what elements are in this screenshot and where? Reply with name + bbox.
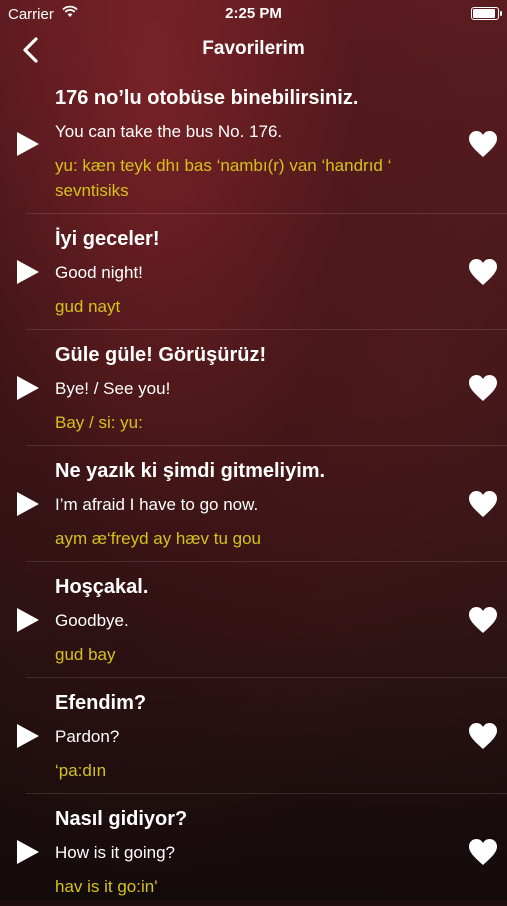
play-icon[interactable] — [16, 839, 40, 865]
list-item: Hoşçakal. Goodbye. gud bay — [17, 562, 507, 678]
turkish-phrase: Hoşçakal. — [55, 576, 149, 598]
battery-fill — [473, 9, 495, 18]
english-translation: Pardon? — [55, 727, 120, 746]
play-icon[interactable] — [16, 607, 40, 633]
list-item: Ne yazık ki şimdi gitmeliyim. I’m afraid… — [17, 446, 507, 562]
heart-icon[interactable] — [468, 374, 498, 402]
list-item: 176 no’lu otobüse binebilirsiniz. You ca… — [17, 73, 507, 214]
heart-icon[interactable] — [468, 722, 498, 750]
play-icon[interactable] — [16, 131, 40, 157]
turkish-phrase: Ne yazık ki şimdi gitmeliyim. — [55, 460, 326, 482]
heart-icon[interactable] — [468, 258, 498, 286]
play-icon[interactable] — [16, 375, 40, 401]
pronunciation: aym æ‘freyd ay hæv tu gou — [55, 529, 261, 548]
heart-icon[interactable] — [468, 490, 498, 518]
turkish-phrase: İyi geceler! — [55, 228, 160, 250]
english-translation: Good night! — [55, 263, 143, 282]
play-icon[interactable] — [16, 723, 40, 749]
list-item: Güle güle! Görüşürüz! Bye! / See you! Ba… — [17, 330, 507, 446]
english-translation: How is it going? — [55, 843, 176, 862]
favorites-list: 176 no’lu otobüse binebilirsiniz. You ca… — [0, 73, 507, 906]
english-translation: Goodbye. — [55, 611, 129, 630]
english-translation: You can take the bus No. 176. — [55, 122, 283, 141]
pronunciation: gud nayt — [55, 297, 121, 316]
play-icon[interactable] — [16, 259, 40, 285]
navigation-bar: Favorilerim — [0, 28, 507, 72]
play-icon[interactable] — [16, 491, 40, 517]
status-bar: Carrier 2:25 PM — [0, 0, 507, 28]
battery-icon — [471, 7, 502, 20]
clock: 2:25 PM — [225, 5, 282, 22]
turkish-phrase: Efendim? — [55, 692, 147, 714]
pronunciation: yu: kæn teyk dhı bas ‘nambı(r) van ‘hand… — [55, 156, 392, 200]
pronunciation: gud bay — [55, 645, 116, 664]
pronunciation: hav is it go:in' — [55, 877, 158, 896]
turkish-phrase: Güle güle! Görüşürüz! — [55, 344, 267, 366]
turkish-phrase: 176 no’lu otobüse binebilirsiniz. — [55, 87, 359, 109]
heart-icon[interactable] — [468, 838, 498, 866]
heart-icon[interactable] — [468, 130, 498, 158]
list-item: İyi geceler! Good night! gud nayt — [17, 214, 507, 330]
heart-icon[interactable] — [468, 606, 498, 634]
list-item: Nasıl gidiyor? How is it going? hav is i… — [17, 794, 507, 906]
list-item: Efendim? Pardon? ‘pa:dın — [17, 678, 507, 794]
turkish-phrase: Nasıl gidiyor? — [55, 808, 188, 830]
pronunciation: Bay / si: yu: — [55, 413, 143, 432]
english-translation: I’m afraid I have to go now. — [55, 495, 259, 514]
english-translation: Bye! / See you! — [55, 379, 171, 398]
page-title: Favorilerim — [202, 38, 305, 59]
pronunciation: ‘pa:dın — [55, 761, 107, 780]
